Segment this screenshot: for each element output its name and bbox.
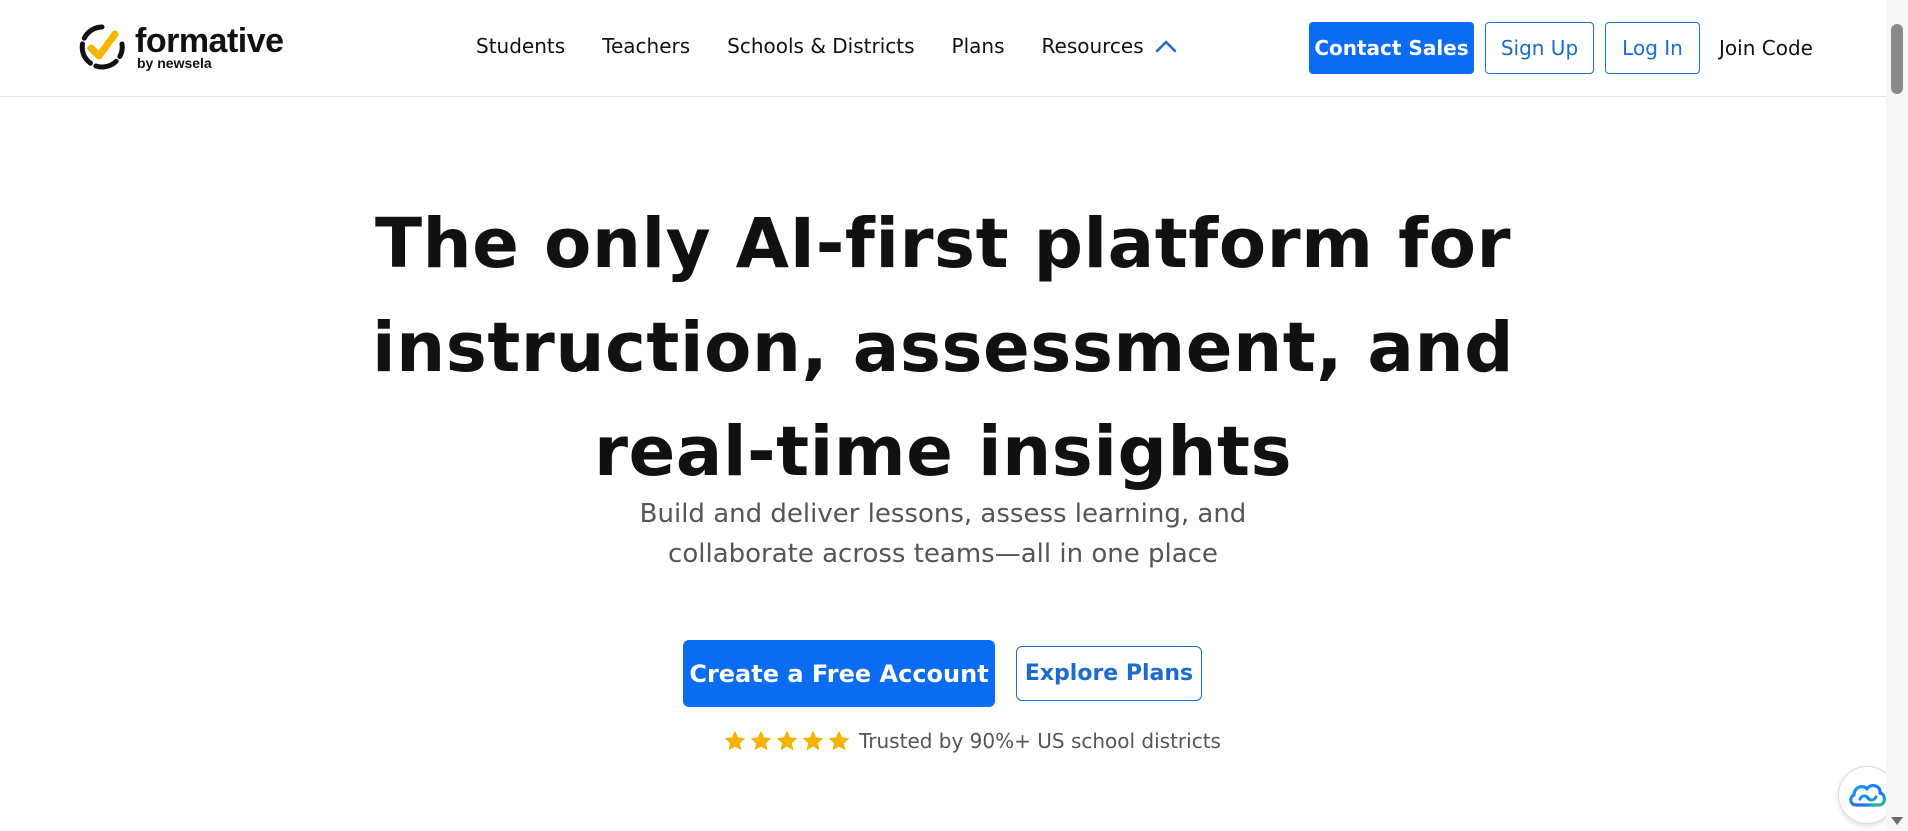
main-nav: Students Teachers Schools & Districts Pl… <box>476 34 1178 58</box>
hero-subtitle: Build and deliver lessons, assess learni… <box>0 494 1886 574</box>
nav-plans[interactable]: Plans <box>952 34 1005 58</box>
star-icon <box>724 730 746 751</box>
checkmark-circle-icon <box>79 24 125 70</box>
star-icon <box>802 730 824 751</box>
site-header: formative by newsela Students Teachers S… <box>0 0 1886 97</box>
logo-link[interactable]: formative by newsela <box>77 22 284 72</box>
hero-title-line: real-time insights <box>593 412 1293 492</box>
logo-subtitle: by newsela <box>137 55 212 71</box>
cloud-assistant-icon <box>1849 783 1886 807</box>
sign-up-button[interactable]: Sign Up <box>1485 22 1594 74</box>
trust-badge: Trusted by 90%+ US school districts <box>723 729 1221 753</box>
nav-teachers[interactable]: Teachers <box>602 34 690 58</box>
create-free-account-button[interactable]: Create a Free Account <box>683 640 995 707</box>
explore-plans-button[interactable]: Explore Plans <box>1016 646 1202 701</box>
join-code-link[interactable]: Join Code <box>1716 22 1816 74</box>
nav-resources[interactable]: Resources <box>1042 34 1178 58</box>
logo-text: formative by newsela <box>135 24 284 70</box>
trust-text: Trusted by 90%+ US school districts <box>859 729 1221 753</box>
hero-title-line: instruction, assessment, and <box>371 308 1515 388</box>
scrollbar-thumb[interactable] <box>1891 24 1903 94</box>
page: formative by newsela Students Teachers S… <box>0 0 1908 831</box>
hero-subtitle-line: collaborate across teams—all in one plac… <box>668 539 1218 569</box>
scroll-down-arrow-icon[interactable] <box>1891 817 1903 825</box>
vertical-scrollbar[interactable] <box>1886 0 1908 831</box>
nav-schools-districts[interactable]: Schools & Districts <box>727 34 914 58</box>
hero-title: The only AI-first platform for instructi… <box>0 192 1886 504</box>
hero-title-line: The only AI-first platform for <box>374 204 1512 284</box>
star-icon <box>828 730 850 751</box>
nav-resources-label: Resources <box>1041 34 1144 58</box>
rating-stars <box>723 729 851 753</box>
hero-subtitle-line: Build and deliver lessons, assess learni… <box>639 499 1247 529</box>
contact-sales-button[interactable]: Contact Sales <box>1309 22 1474 74</box>
nav-students[interactable]: Students <box>476 34 565 58</box>
star-icon <box>750 730 772 751</box>
star-icon <box>776 730 798 751</box>
chevron-up-icon <box>1155 40 1176 53</box>
log-in-button[interactable]: Log In <box>1605 22 1700 74</box>
logo-name: formative <box>135 22 284 60</box>
